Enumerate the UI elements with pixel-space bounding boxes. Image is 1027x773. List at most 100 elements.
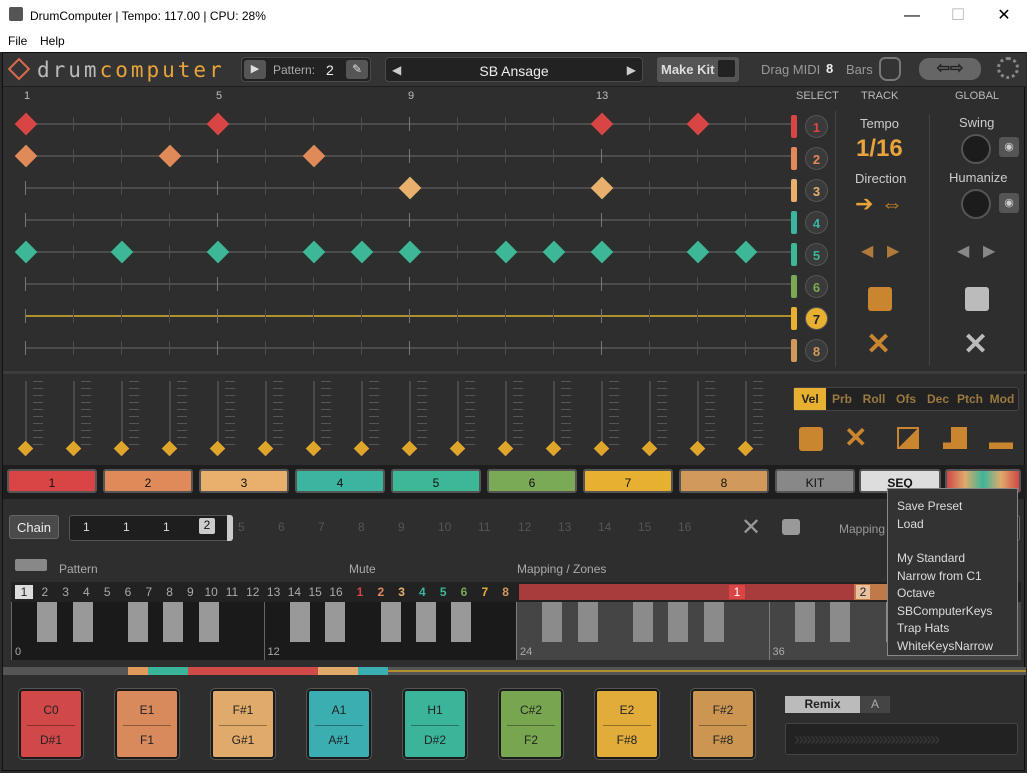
swing-eye-icon[interactable]: ◉ — [999, 137, 1019, 157]
chain-slot-4[interactable]: 2 — [199, 518, 215, 534]
step-note[interactable] — [14, 240, 38, 264]
pattern-key-16[interactable]: 16 — [327, 585, 345, 599]
close-button[interactable]: ✕ — [981, 0, 1027, 31]
chain-empty-slot[interactable]: 6 — [278, 520, 298, 534]
track-select-button[interactable]: 5 — [805, 243, 828, 266]
step-note[interactable] — [542, 240, 566, 264]
step-note[interactable] — [398, 176, 422, 200]
maximize-button[interactable]: ☐ — [935, 0, 981, 31]
track-tab-6[interactable]: 6 — [487, 469, 577, 493]
velocity-fader[interactable] — [73, 381, 75, 447]
chain-slot-1[interactable]: 1 — [83, 520, 90, 534]
chain-empty-slot[interactable]: 7 — [318, 520, 338, 534]
global-shift-left-icon[interactable]: ◀ — [957, 241, 969, 261]
velocity-fader[interactable] — [361, 381, 363, 447]
sequencer-lane[interactable] — [25, 347, 795, 349]
track-select-button[interactable]: 6 — [805, 275, 828, 298]
pattern-key-1[interactable]: 1 — [15, 585, 33, 599]
drum-pad[interactable]: C#2 F2 — [498, 688, 564, 760]
param-tab-dec[interactable]: Dec — [922, 388, 954, 410]
remix-button[interactable]: Remix — [785, 696, 860, 713]
chain-empty-slot[interactable]: 11 — [478, 520, 498, 534]
step-note[interactable] — [158, 144, 182, 168]
menu-item[interactable]: Octave — [897, 586, 935, 600]
preset-selector[interactable]: ◀ SB Ansage ▶ — [385, 57, 643, 82]
track-tab-5[interactable]: 5 — [391, 469, 481, 493]
chain-empty-slot[interactable]: 15 — [638, 520, 658, 534]
sequencer-lane[interactable] — [25, 315, 795, 317]
step-note[interactable] — [494, 240, 518, 264]
pattern-key-12[interactable]: 12 — [244, 585, 262, 599]
velocity-handle[interactable] — [305, 440, 322, 457]
mute-key-8[interactable]: 8 — [497, 585, 515, 599]
velocity-fader[interactable] — [697, 381, 699, 447]
param-tab-mod[interactable]: Mod — [986, 388, 1018, 410]
velocity-handle[interactable] — [113, 440, 130, 457]
swing-knob[interactable] — [961, 134, 991, 164]
menu-help[interactable]: Help — [40, 34, 65, 48]
track-tab-7[interactable]: 7 — [583, 469, 673, 493]
step-sequencer[interactable] — [3, 108, 803, 368]
clear-track-icon[interactable]: ✕ — [866, 327, 891, 362]
clear-vel-icon[interactable]: ✕ — [844, 421, 867, 454]
step-note[interactable] — [590, 240, 614, 264]
track-tab-kit[interactable]: KIT — [775, 469, 855, 493]
humanize-eye-icon[interactable]: ◉ — [999, 193, 1019, 213]
track-tab-2[interactable]: 2 — [103, 469, 193, 493]
chain-slot-2[interactable]: 1 — [123, 520, 130, 534]
menu-file[interactable]: File — [8, 34, 27, 48]
mute-key-2[interactable]: 2 — [372, 585, 390, 599]
velocity-handle[interactable] — [497, 440, 514, 457]
menu-save-preset[interactable]: Save Preset — [897, 499, 962, 513]
pattern-key-2[interactable]: 2 — [36, 585, 54, 599]
velocity-fader[interactable] — [25, 381, 27, 447]
randomize-vel-dice-icon[interactable] — [799, 427, 823, 451]
drum-pad[interactable]: C0 D#1 — [18, 688, 84, 760]
pattern-key-3[interactable]: 3 — [57, 585, 75, 599]
remix-mode-button[interactable]: A — [860, 696, 890, 713]
mute-key-6[interactable]: 6 — [455, 585, 473, 599]
shift-right-icon[interactable]: ▶ — [887, 241, 899, 261]
menu-item[interactable]: Trap Hats — [897, 621, 949, 635]
velocity-fader[interactable] — [217, 381, 219, 447]
ramp-icon[interactable] — [897, 427, 919, 449]
minimize-button[interactable]: — — [889, 0, 935, 31]
velocity-fader[interactable] — [169, 381, 171, 447]
chain-empty-slot[interactable]: 10 — [438, 520, 458, 534]
step-note[interactable] — [350, 240, 374, 264]
velocity-fader[interactable] — [601, 381, 603, 447]
humanize-knob[interactable] — [961, 189, 991, 219]
velocity-handle[interactable] — [161, 440, 178, 457]
link-icon[interactable] — [15, 559, 47, 571]
remix-slider[interactable]: »»»»»»»»»»»»»»»»»» — [785, 723, 1018, 755]
drum-pad[interactable]: F#1 G#1 — [210, 688, 276, 760]
step-note[interactable] — [206, 240, 230, 264]
step-note[interactable] — [206, 112, 230, 136]
chain-button[interactable]: Chain — [9, 515, 59, 539]
pattern-key-7[interactable]: 7 — [140, 585, 158, 599]
drum-pad[interactable]: H1 D#2 — [402, 688, 468, 760]
chain-empty-slot[interactable]: 12 — [518, 520, 538, 534]
velocity-fader[interactable] — [265, 381, 267, 447]
velocity-fader[interactable] — [553, 381, 555, 447]
velocity-handle[interactable] — [737, 440, 754, 457]
menu-item[interactable]: WhiteKeysNarrow — [897, 639, 993, 653]
menu-load[interactable]: Load — [897, 517, 924, 531]
stairs-icon[interactable] — [943, 427, 967, 449]
drum-pad[interactable]: F#2 F#8 — [690, 688, 756, 760]
chain-empty-slot[interactable]: 5 — [238, 520, 258, 534]
clear-chain-icon[interactable]: ✕ — [741, 513, 761, 542]
step-note[interactable] — [14, 112, 38, 136]
black-key[interactable] — [163, 602, 184, 642]
param-tab-roll[interactable]: Roll — [858, 388, 890, 410]
pattern-key-11[interactable]: 11 — [223, 585, 241, 599]
mute-key-3[interactable]: 3 — [393, 585, 411, 599]
randomize-global-dice-icon[interactable] — [965, 287, 989, 311]
direction-forward-icon[interactable]: ➔ — [855, 191, 873, 217]
track-select-button[interactable]: 7 — [805, 307, 828, 330]
black-key[interactable] — [380, 602, 401, 642]
velocity-fader[interactable] — [649, 381, 651, 447]
velocity-fader[interactable] — [457, 381, 459, 447]
black-key[interactable] — [128, 602, 149, 642]
velocity-faders[interactable] — [3, 381, 793, 461]
